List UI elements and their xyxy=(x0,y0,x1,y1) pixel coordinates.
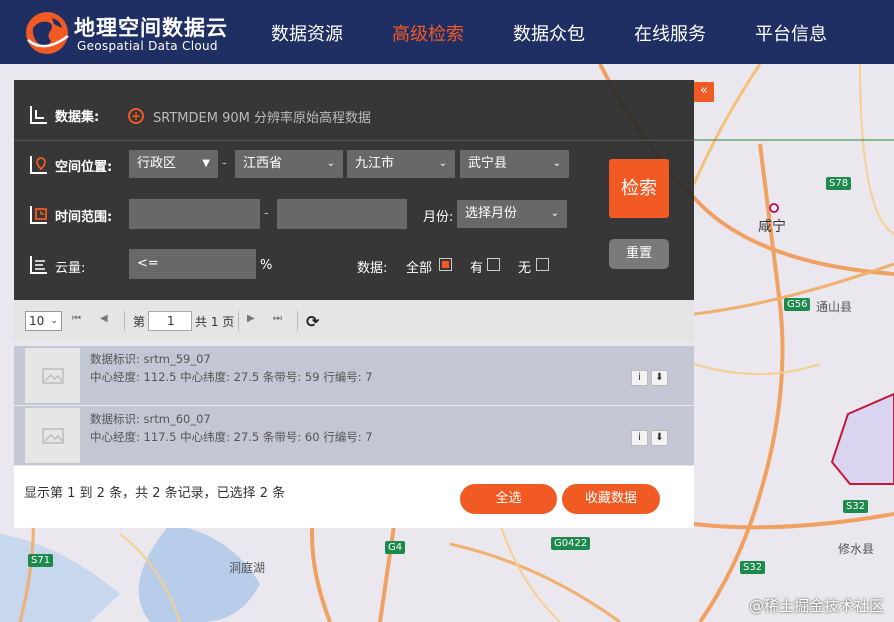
pagination-bar: 10 ⌄ ⏮ ◀ 第 1 共 1 页 ▶ ⏭ ⟳ xyxy=(14,300,694,342)
map-place-dongting: 洞庭湖 xyxy=(229,561,266,575)
nav-crowdsourcing[interactable]: 数据众包 xyxy=(513,20,585,46)
download-icon[interactable]: ⬇ xyxy=(651,430,668,446)
map-place-xiushui: 修水县 xyxy=(838,542,875,556)
image-icon xyxy=(42,428,64,444)
result-id: 数据标识: srtm_60_07 xyxy=(90,412,211,426)
last-page-icon[interactable]: ⏭ xyxy=(273,313,282,324)
collect-data-button[interactable]: 收藏数据 xyxy=(562,484,660,514)
globe-logo-icon[interactable] xyxy=(24,10,70,56)
search-button[interactable]: 检索 xyxy=(609,159,669,218)
data-opt-yes-checkbox[interactable] xyxy=(487,258,500,271)
collapse-panel-icon[interactable]: « xyxy=(694,82,714,102)
data-opt-yes-label: 有 xyxy=(470,261,484,276)
dataset-label: 数据集: xyxy=(55,110,100,125)
road-badge-s32-b: S32 xyxy=(740,561,766,574)
region-type-value: 行政区 xyxy=(137,156,177,171)
county-select[interactable]: 武宁县 ⌄ xyxy=(460,150,569,178)
chevron-down-icon: ▼ xyxy=(202,158,210,169)
month-select[interactable]: 选择月份 ⌄ xyxy=(457,200,567,228)
result-row[interactable]: 数据标识: srtm_59_07 中心经度: 112.5 中心纬度: 27.5 … xyxy=(14,346,694,405)
start-date-input[interactable] xyxy=(129,199,260,229)
prev-page-icon[interactable]: ◀ xyxy=(100,313,108,324)
result-row[interactable]: 数据标识: srtm_60_07 中心经度: 117.5 中心纬度: 27.5 … xyxy=(14,406,694,465)
end-date-input[interactable] xyxy=(277,199,407,229)
calendar-icon xyxy=(30,206,47,224)
select-all-button[interactable]: 全选 xyxy=(460,484,557,514)
location-label: 空间位置: xyxy=(55,160,113,175)
city-value: 九江市 xyxy=(355,156,395,171)
map-place-tongshan: 通山县 xyxy=(816,300,853,314)
chevron-down-icon: ⌄ xyxy=(50,316,58,326)
results-footer: 显示第 1 到 2 条，共 2 条记录，已选择 2 条 全选 收藏数据 xyxy=(14,466,694,528)
nav-data-resources[interactable]: 数据资源 xyxy=(271,20,343,46)
first-page-icon[interactable]: ⏮ xyxy=(72,313,81,324)
nav-online-services[interactable]: 在线服务 xyxy=(634,20,706,46)
thumbnail-placeholder[interactable] xyxy=(25,408,80,463)
data-opt-all-checkbox[interactable] xyxy=(439,258,452,271)
road-badge-g0422: G0422 xyxy=(551,537,591,550)
search-panel: 数据集: + SRTMDEM 90M 分辨率原始高程数据 空间位置: 行政区 ▼… xyxy=(14,80,694,300)
image-icon xyxy=(42,368,64,384)
panel-divider xyxy=(14,140,694,141)
watermark-text: @稀土掘金技术社区 xyxy=(748,597,884,615)
info-icon[interactable]: i xyxy=(631,370,648,386)
pager-divider xyxy=(297,311,298,331)
download-icon[interactable]: ⬇ xyxy=(651,370,668,386)
pager-divider xyxy=(238,311,239,331)
results-summary: 显示第 1 到 2 条，共 2 条记录，已选择 2 条 xyxy=(24,486,286,501)
top-header: 地理空间数据云 Geospatial Data Cloud 数据资源 高级检索 … xyxy=(0,0,894,64)
dataset-name[interactable]: SRTMDEM 90M 分辨率原始高程数据 xyxy=(153,107,371,126)
pager-divider xyxy=(124,311,125,331)
thumbnail-placeholder[interactable] xyxy=(25,348,80,403)
data-opt-all-label: 全部 xyxy=(406,261,433,276)
road-badge-g4: G4 xyxy=(385,541,406,554)
road-badge-s32-a: S32 xyxy=(843,500,869,513)
add-dataset-icon[interactable]: + xyxy=(128,108,144,124)
cloud-unit: % xyxy=(260,258,273,273)
refresh-icon[interactable]: ⟳ xyxy=(306,312,319,331)
road-badge-g56: G56 xyxy=(784,298,811,311)
map-place-xianning: 咸宁 xyxy=(758,219,786,235)
chevron-down-icon: ⌄ xyxy=(552,158,561,169)
chevron-down-icon: ⌄ xyxy=(550,208,559,219)
page-size-select[interactable]: 10 ⌄ xyxy=(25,311,62,331)
site-subtitle: Geospatial Data Cloud xyxy=(77,39,218,53)
data-opt-no-label: 无 xyxy=(518,261,532,276)
page-size-value: 10 xyxy=(29,314,45,328)
nav-advanced-search[interactable]: 高级检索 xyxy=(392,20,464,46)
info-icon[interactable]: i xyxy=(631,430,648,446)
dataset-icon xyxy=(30,106,47,124)
next-page-icon[interactable]: ▶ xyxy=(247,313,255,324)
data-filter-label: 数据: xyxy=(357,261,388,276)
data-opt-no-checkbox[interactable] xyxy=(536,258,549,271)
road-badge-s71: S71 xyxy=(28,554,54,567)
site-title[interactable]: 地理空间数据云 xyxy=(74,12,228,42)
cloud-input[interactable]: <= xyxy=(129,249,256,279)
city-select[interactable]: 九江市 ⌄ xyxy=(347,150,455,178)
result-coords: 中心经度: 112.5 中心纬度: 27.5 条带号: 59 行编号: 7 xyxy=(90,370,373,384)
cloud-icon xyxy=(30,256,47,274)
month-select-value: 选择月份 xyxy=(465,206,518,221)
page-number-input[interactable]: 1 xyxy=(148,311,192,331)
province-value: 江西省 xyxy=(243,156,283,171)
result-coords: 中心经度: 117.5 中心纬度: 27.5 条带号: 60 行编号: 7 xyxy=(90,430,373,444)
chevron-down-icon: ⌄ xyxy=(326,158,335,169)
cloud-label: 云量: xyxy=(55,261,86,276)
location-pin-icon xyxy=(30,156,47,174)
location-separator: - xyxy=(222,156,227,171)
road-badge-s78: S78 xyxy=(826,177,852,190)
province-select[interactable]: 江西省 ⌄ xyxy=(235,150,343,178)
result-id: 数据标识: srtm_59_07 xyxy=(90,352,211,366)
month-label: 月份: xyxy=(423,210,454,225)
page-total: 共 1 页 xyxy=(195,315,235,329)
region-type-select[interactable]: 行政区 ▼ xyxy=(129,150,218,178)
time-separator: - xyxy=(264,206,269,221)
nav-platform-info[interactable]: 平台信息 xyxy=(755,20,827,46)
time-range-label: 时间范围: xyxy=(55,210,113,225)
chevron-down-icon: ⌄ xyxy=(438,158,447,169)
page-prefix: 第 xyxy=(133,315,146,329)
county-value: 武宁县 xyxy=(468,156,508,171)
reset-button[interactable]: 重置 xyxy=(609,239,669,269)
